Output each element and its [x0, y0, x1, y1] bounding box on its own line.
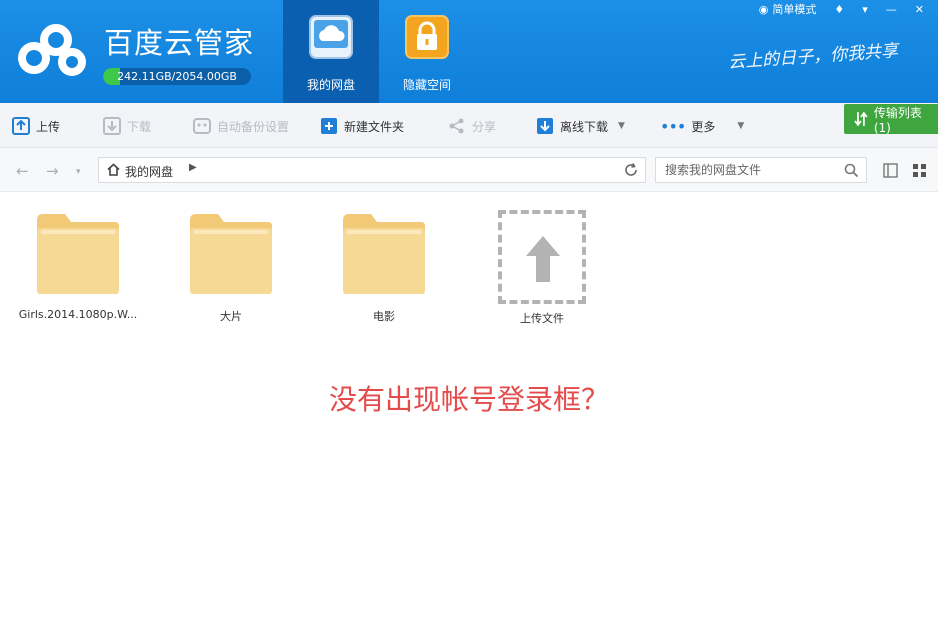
more-label: 更多: [691, 119, 716, 134]
file-name[interactable]: Girls.2014.1080p.W...: [3, 308, 153, 321]
auto-backup-button[interactable]: 自动备份设置: [193, 114, 289, 138]
tab-my-drive-label: 我的网盘: [306, 78, 355, 92]
file-name[interactable]: 上传文件: [467, 310, 617, 326]
breadcrumb-arrow-icon[interactable]: ▶: [189, 162, 197, 173]
upload-arrow-icon: [526, 236, 560, 282]
backup-icon: [193, 118, 211, 134]
chevron-down-icon: ▼: [737, 121, 745, 131]
folder-icon: [343, 214, 425, 294]
offline-download-icon: [537, 118, 553, 134]
storage-quota-bar: 242.11GB/2054.00GB: [103, 68, 251, 85]
folder-icon: [190, 214, 272, 294]
transfer-icon: [854, 111, 868, 127]
app-header: 百度云管家 242.11GB/2054.00GB 我的网盘 隐藏空间 ◉ 简单模…: [0, 0, 938, 103]
minimize-icon[interactable]: —: [886, 3, 897, 16]
folder-icon: [37, 214, 119, 294]
path-breadcrumb[interactable]: 我的网盘 ▶: [98, 157, 646, 183]
transfer-list-label: 传输列表(1): [873, 105, 922, 135]
transfer-list-button[interactable]: 传输列表(1): [844, 104, 938, 135]
search-input[interactable]: [656, 158, 836, 182]
upload-label: 上传: [36, 119, 61, 134]
new-folder-icon: [321, 118, 337, 134]
breadcrumb-current[interactable]: 我的网盘: [125, 163, 173, 180]
download-button[interactable]: 下载: [103, 114, 151, 138]
offline-download-button[interactable]: 离线下载 ▼: [536, 114, 625, 138]
offline-download-label: 离线下载: [560, 119, 609, 134]
upload-dropzone[interactable]: [498, 210, 586, 304]
tab-hidden-space[interactable]: 隐藏空间: [379, 0, 475, 103]
refresh-icon[interactable]: [623, 162, 639, 178]
more-button[interactable]: ••• 更多 ▼: [660, 114, 744, 138]
toolbar: 上传 下载 自动备份设置 新建文件夹 分享 离线下载 ▼ ••• 更多 ▼: [0, 103, 938, 148]
annotation-text: 没有出现帐号登录框？: [328, 383, 609, 416]
close-icon[interactable]: ✕: [915, 3, 924, 16]
app-title: 百度云管家: [104, 26, 255, 60]
upload-icon: [12, 117, 30, 135]
file-name[interactable]: 大片: [156, 308, 306, 324]
search-box: [655, 157, 867, 183]
address-bar: ← → ▾ 我的网盘 ▶: [0, 148, 938, 192]
folder-item[interactable]: Girls.2014.1080p.W...: [3, 210, 153, 321]
back-arrow-icon[interactable]: ←: [16, 162, 29, 180]
auto-backup-label: 自动备份设置: [217, 119, 290, 134]
storage-quota-text: 242.11GB/2054.00GB: [117, 70, 237, 83]
slogan: 云上的日子，你我共享: [727, 41, 899, 73]
new-folder-label: 新建文件夹: [344, 119, 405, 134]
home-icon: [107, 163, 120, 176]
download-label: 下载: [127, 119, 152, 134]
share-icon: [449, 118, 464, 134]
file-name[interactable]: 电影: [309, 308, 459, 324]
simple-mode-label: 简单模式: [772, 3, 817, 16]
menu-icon[interactable]: ▾: [862, 3, 868, 16]
window-top-links: ◉ 简单模式 ♦ ▾ — ✕: [759, 0, 938, 18]
history-dropdown-icon[interactable]: ▾: [76, 167, 81, 177]
simple-mode-link[interactable]: ◉ 简单模式: [759, 1, 817, 17]
upload-file-tile[interactable]: 上传文件: [467, 210, 617, 326]
baidu-cloud-logo-icon: [18, 24, 86, 76]
search-icon[interactable]: [844, 163, 859, 178]
new-folder-button[interactable]: 新建文件夹: [320, 114, 404, 138]
share-label: 分享: [472, 119, 497, 134]
more-dots-icon: •••: [660, 116, 686, 136]
chevron-down-icon: ▼: [618, 121, 625, 131]
simple-mode-icon: ◉: [758, 2, 769, 16]
grid-view-icon[interactable]: [912, 163, 927, 178]
folder-item[interactable]: 大片: [156, 210, 306, 324]
upload-button[interactable]: 上传: [12, 114, 60, 138]
lock-icon: [405, 15, 449, 59]
download-icon: [103, 117, 121, 135]
tab-hidden-space-label: 隐藏空间: [402, 78, 451, 92]
share-button[interactable]: 分享: [448, 114, 496, 138]
tab-my-drive[interactable]: 我的网盘: [283, 0, 379, 103]
list-view-icon[interactable]: [883, 163, 898, 178]
cloud-drive-icon: [309, 15, 353, 59]
folder-item[interactable]: 电影: [309, 210, 459, 324]
forward-arrow-icon[interactable]: →: [46, 162, 59, 180]
skin-icon[interactable]: ♦: [834, 3, 844, 16]
